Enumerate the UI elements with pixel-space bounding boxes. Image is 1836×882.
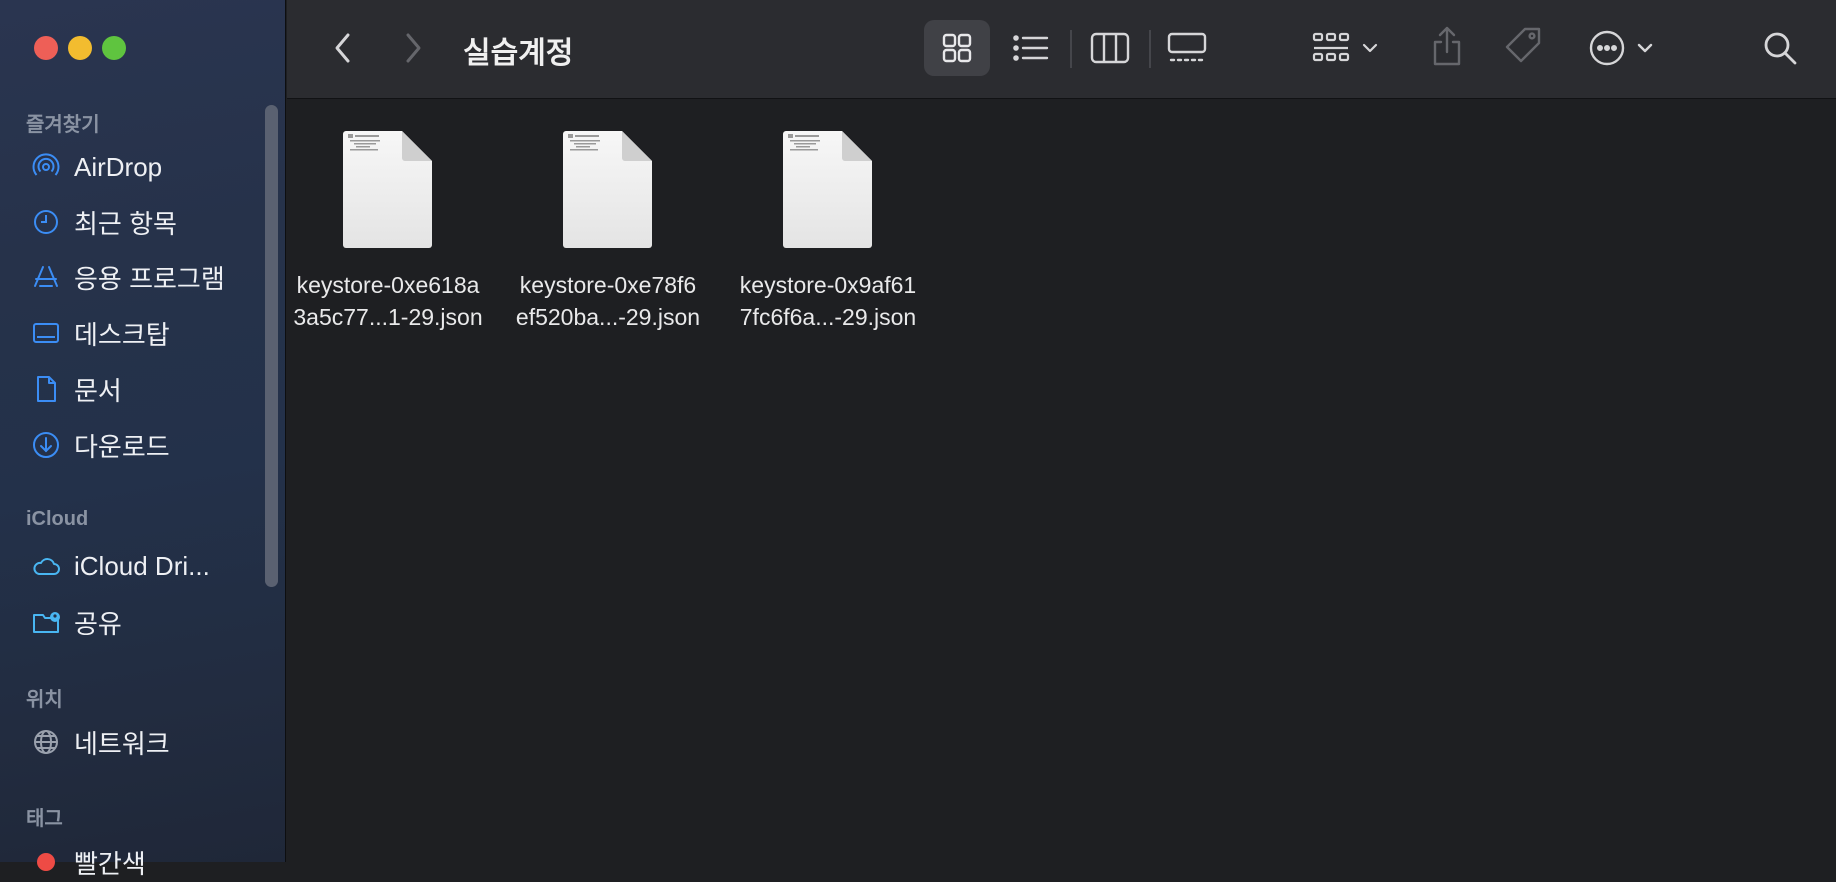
file-name-line: 3a5c77...1-29.json — [293, 304, 483, 330]
file-name-line: keystore-0xe78f6 — [519, 272, 697, 298]
gallery-view-button[interactable] — [1166, 30, 1208, 66]
file-name-line: keystore-0x9af61 — [739, 272, 917, 298]
file-item[interactable]: keystore-0xe618a 3a5c77...1-29.json — [283, 129, 493, 333]
sidebar-item-recents[interactable]: 최근 항목 — [30, 202, 177, 242]
airdrop-icon — [30, 151, 62, 183]
sidebar-item-label: AirDrop — [74, 151, 163, 182]
close-window-button[interactable] — [34, 36, 58, 60]
sidebar-item-label: 최근 항목 — [74, 208, 177, 239]
file-name-line: 7fc6f6a...-29.json — [739, 304, 917, 330]
sidebar-item-label: 다운로드 — [74, 431, 170, 462]
sidebar-item-shared[interactable]: 공유 — [30, 602, 122, 642]
file-name-line: keystore-0xe618a — [296, 272, 480, 298]
sidebar-item-label: 문서 — [74, 375, 122, 406]
icloud-icon — [30, 550, 62, 582]
applications-icon — [30, 261, 62, 293]
finder-window: 즐겨찾기 AirDrop 최근 항목 응용 프로그램 데스크탑 문서 다운로드 … — [0, 0, 1836, 879]
gallery-view-icon — [1167, 32, 1207, 62]
sidebar-heading-favorites: 즐겨찾기 — [26, 114, 100, 136]
scrollbar-thumb[interactable] — [265, 105, 278, 587]
share-button[interactable] — [1427, 22, 1467, 70]
list-view-button[interactable] — [1011, 30, 1051, 66]
minimize-window-button[interactable] — [68, 36, 92, 60]
list-view-icon — [1013, 35, 1049, 61]
sidebar-heading-locations: 위치 — [26, 689, 63, 711]
file-browser-area[interactable]: keystore-0xe618a 3a5c77...1-29.json keys… — [287, 99, 1836, 862]
search-icon — [1764, 32, 1797, 65]
sidebar-item-airdrop[interactable]: AirDrop — [30, 147, 162, 187]
document-icon — [30, 373, 62, 405]
clock-icon — [30, 206, 62, 238]
sidebar-item-network[interactable]: 네트워크 — [30, 722, 170, 762]
download-icon — [30, 429, 62, 461]
file-item[interactable]: keystore-0x9af61 7fc6f6a...-29.json — [723, 129, 933, 333]
window-title: 실습계정 — [463, 37, 574, 70]
columns-view-icon — [1090, 32, 1130, 64]
search-button[interactable] — [1760, 28, 1800, 68]
sidebar-item-label: 데스크탑 — [74, 319, 170, 350]
grid-view-icon — [942, 33, 972, 63]
zoom-window-button[interactable] — [102, 36, 126, 60]
json-file-icon — [342, 129, 434, 248]
desktop-icon — [30, 317, 62, 349]
red-tag-dot-icon — [30, 846, 62, 878]
ellipsis-circle-icon — [1589, 30, 1653, 66]
sidebar-item-label: 응용 프로그램 — [74, 263, 225, 294]
toolbar-divider — [1149, 30, 1151, 68]
sidebar-item-label: 빨간색 — [74, 848, 146, 879]
sidebar-item-tag-red[interactable]: 빨간색 — [30, 842, 146, 882]
sidebar-item-label: 공유 — [74, 608, 122, 639]
back-button[interactable] — [327, 28, 359, 68]
network-globe-icon — [30, 726, 62, 758]
sidebar: 즐겨찾기 AirDrop 최근 항목 응용 프로그램 데스크탑 문서 다운로드 … — [0, 0, 286, 879]
tag-button[interactable] — [1502, 24, 1546, 68]
chevron-right-icon — [406, 33, 421, 63]
sidebar-heading-tags: 태그 — [26, 808, 63, 830]
sidebar-item-downloads[interactable]: 다운로드 — [30, 425, 170, 465]
tag-icon — [1505, 27, 1541, 63]
file-name-line: ef520ba...-29.json — [515, 304, 701, 330]
more-actions-button[interactable] — [1587, 26, 1657, 70]
window-controls — [34, 36, 126, 60]
sidebar-item-icloud-drive[interactable]: iCloud Dri... — [30, 546, 210, 586]
column-view-button[interactable] — [1090, 30, 1130, 66]
group-by-button[interactable] — [1312, 30, 1382, 66]
chevron-left-icon — [335, 33, 350, 63]
sidebar-item-label: iCloud Dri... — [74, 550, 210, 581]
json-file-icon — [782, 129, 874, 248]
sidebar-heading-icloud: iCloud — [26, 508, 89, 530]
sidebar-item-desktop[interactable]: 데스크탑 — [30, 313, 170, 353]
sidebar-scrollbar[interactable] — [265, 105, 278, 587]
file-item[interactable]: keystore-0xe78f6 ef520ba...-29.json — [503, 129, 713, 333]
share-icon — [1433, 26, 1461, 66]
sidebar-item-label: 네트워크 — [74, 728, 170, 759]
json-file-icon — [562, 129, 654, 248]
toolbar: 실습계정 — [287, 0, 1836, 99]
shared-folder-icon — [30, 606, 62, 638]
sidebar-item-applications[interactable]: 응용 프로그램 — [30, 257, 225, 297]
icon-view-button[interactable] — [939, 30, 975, 66]
forward-button[interactable] — [397, 28, 429, 68]
group-grid-icon — [1312, 32, 1378, 62]
sidebar-item-documents[interactable]: 문서 — [30, 369, 122, 409]
toolbar-divider — [1070, 30, 1072, 68]
